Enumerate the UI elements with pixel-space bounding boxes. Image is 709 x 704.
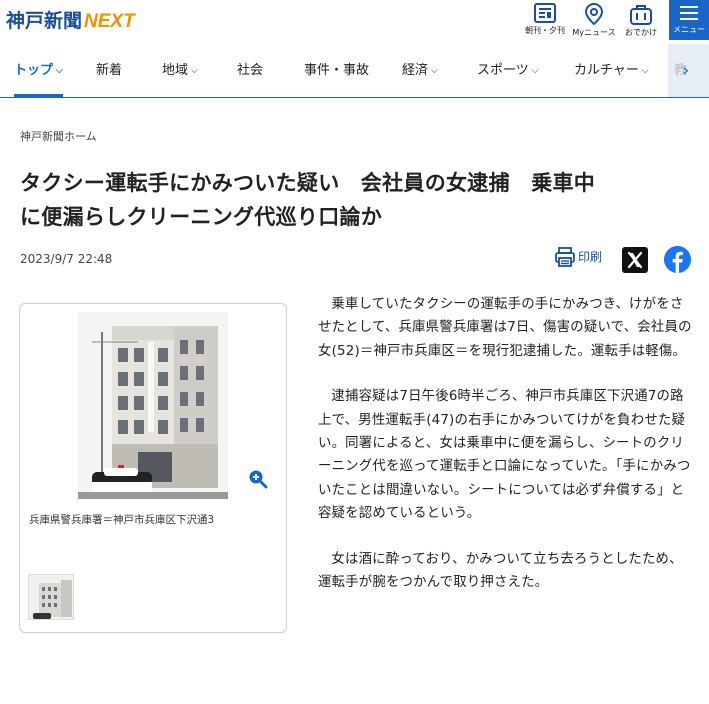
share-facebook-button[interactable]: [664, 246, 691, 273]
article-body: 乗車していたタクシーの運転手の手にかみつき、けがをさせたとして、兵庫県警兵庫署は…: [318, 293, 692, 616]
nav-item-label: カルチャー: [574, 63, 639, 78]
nav-scroll-right[interactable]: 教 ›: [668, 44, 709, 97]
menu-button[interactable]: メニュー: [669, 0, 709, 40]
article-title-line: タクシー運転手にかみついた疑い 会社員の女逮捕 乗車中: [20, 171, 596, 195]
nav-item-region[interactable]: 地域 ⌵: [162, 44, 198, 97]
photo-card: 兵庫県警兵庫署＝神戸市兵庫区下沢通3: [19, 303, 287, 633]
chevron-down-icon: ⌵: [431, 66, 438, 76]
nav-item-label: 社会: [237, 63, 264, 78]
chevron-down-icon: ⌵: [56, 66, 63, 76]
nav-item-latest[interactable]: 新着: [96, 44, 122, 97]
photo-caption: 兵庫県警兵庫署＝神戸市兵庫区下沢通3: [29, 514, 215, 526]
util-label: おでかけ: [625, 28, 657, 37]
facebook-logo-icon: [664, 246, 691, 273]
print-button[interactable]: 印刷: [554, 246, 602, 272]
chevron-down-icon: ⌵: [641, 66, 649, 76]
article-paragraph: 女は酒に酔っており、かみついて立ち去ろうとしたため、運転手が腕をつかんで取り押さ…: [318, 551, 683, 591]
chevron-right-icon: ›: [682, 60, 690, 81]
nav-item-label: 地域: [162, 63, 189, 78]
photo-thumbnail[interactable]: [28, 574, 74, 620]
nav-item-label: 事件・事故: [304, 63, 370, 78]
article-date: 2023/9/7 22:48: [20, 252, 113, 266]
article-title: タクシー運転手にかみついた疑い 会社員の女逮捕 乗車中 に便漏らしクリーニング代…: [20, 166, 700, 234]
nav-item-incidents[interactable]: 事件・事故: [304, 44, 369, 97]
util-odekake[interactable]: おでかけ: [612, 0, 670, 40]
article-paragraph: 逮捕容疑は7日午後6時半ごろ、神戸市兵庫区下沢通7の路上で、男性運転手(47)の…: [318, 389, 691, 522]
nav-item-label: 経済: [402, 63, 429, 78]
printer-icon: [555, 247, 575, 267]
nav-item-sports[interactable]: スポーツ ⌵: [477, 44, 539, 97]
nav-item-society[interactable]: 社会: [237, 44, 263, 97]
chevron-down-icon: ⌵: [531, 66, 539, 76]
nav-item-label: トップ: [14, 63, 54, 78]
share-x-button[interactable]: [622, 247, 648, 273]
article-paragraph: 乗車していたタクシーの運転手の手にかみつき、けがをさせたとして、兵庫県警兵庫署は…: [318, 297, 692, 359]
nav-item-economy[interactable]: 経済 ⌵: [402, 44, 438, 97]
menu-label: メニュー: [673, 25, 705, 34]
nav-item-label: スポーツ: [477, 63, 529, 78]
print-label: 印刷: [578, 250, 603, 264]
zoom-in-icon[interactable]: [247, 468, 269, 490]
site-logo[interactable]: 神戸新聞 NEXT: [6, 6, 135, 33]
global-nav: トップ ⌵ 新着 地域 ⌵ 社会 事件・事故 経済 ⌵ スポーツ ⌵ カルチャー ⌵ 教 …: [0, 44, 709, 98]
article-photo[interactable]: [78, 312, 228, 499]
logo-next-text: NEXT: [84, 11, 135, 32]
police-station-thumbnail-image: [29, 575, 73, 619]
nav-item-top[interactable]: トップ ⌵: [14, 44, 63, 97]
logo-main-text: 神戸新聞: [6, 10, 83, 32]
hamburger-icon: [680, 6, 698, 20]
article-title-line: に便漏らしクリーニング代巡り口論か: [20, 205, 383, 229]
bag-icon: [630, 5, 652, 25]
x-logo-icon: [627, 251, 643, 269]
police-station-image: [78, 312, 228, 499]
site-header: 神戸新聞 NEXT 朝刊・夕刊 Myニュース おでかけ メニュー: [0, 0, 709, 44]
location-pin-icon: [584, 2, 604, 26]
nav-item-culture[interactable]: カルチャー ⌵: [574, 44, 649, 97]
chevron-down-icon: ⌵: [191, 66, 198, 76]
breadcrumb[interactable]: 神戸新聞ホーム: [20, 128, 97, 144]
newspaper-icon: [534, 3, 556, 23]
nav-item-label: 新着: [96, 63, 123, 78]
